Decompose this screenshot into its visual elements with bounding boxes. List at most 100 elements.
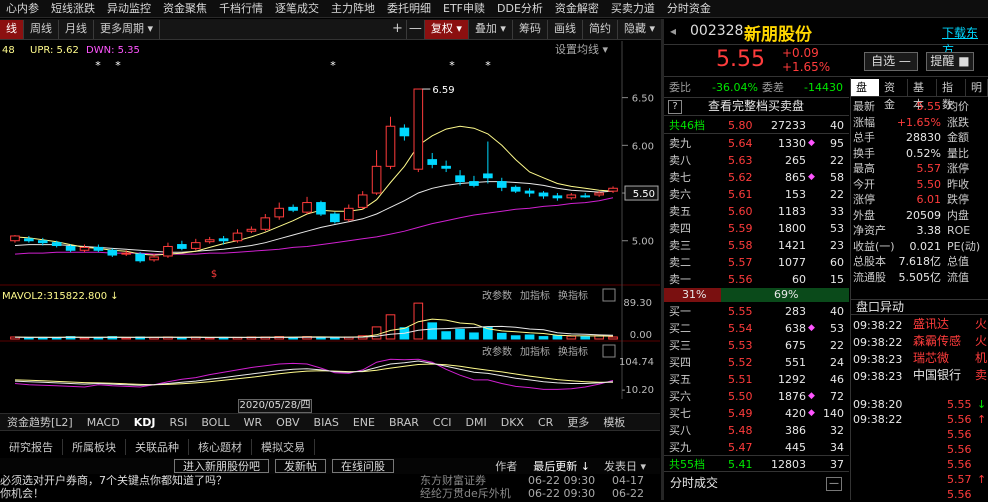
chart-tool-button[interactable]: 叠加 ▾ [469,19,513,39]
zoom-out-icon[interactable]: — [407,19,425,39]
post-date-header[interactable]: 发表日 ▾ [604,458,646,474]
volume-panel-button[interactable]: 换指标 [558,289,588,302]
chart-tool-button[interactable]: 筹码 [513,19,548,39]
top-nav-item[interactable]: 分时资金 [661,0,717,17]
indicator-tab[interactable]: BIAS [307,416,346,429]
side-tab[interactable]: 指数 [937,79,966,111]
kdj-panel-button[interactable]: 换指标 [558,345,588,358]
bid-row[interactable]: 买七 5.49 420 ◆ 140 [664,405,849,422]
news-action-button[interactable]: 在线问股 [332,459,394,473]
news-row[interactable]: 你机会！ 经纶万贯de斥外机 06-22 09:30 06-22 [0,487,660,500]
bid-row[interactable]: 买六 5.50 1876 ◆ 72 [664,388,849,405]
top-nav-item[interactable]: 主力阵地 [325,0,381,17]
ask-row[interactable]: 卖六 5.61 153 22 [664,186,849,203]
top-nav-item[interactable]: 千档行情 [213,0,269,17]
period-tab[interactable]: 月线 [59,19,94,39]
bid-row[interactable]: 买九 5.47 445 34 [664,439,849,456]
ask-row[interactable]: 卖一 5.56 60 15 [664,271,849,288]
kline-chart[interactable]: 6.506.005.505.005.5048UPR: 5.62DWN: 5.35… [0,41,660,399]
info-tab[interactable]: 模拟交易 [252,439,315,455]
ask-row[interactable]: 卖七 5.62 865 ◆ 58 [664,169,849,186]
bid-row[interactable]: 买四 5.52 551 24 [664,354,849,371]
remind-button[interactable]: 提醒 ■ [926,52,974,71]
ask-row[interactable]: 卖九 5.64 1330 ◆ 95 [664,135,849,152]
top-nav-item[interactable]: 买卖力道 [605,0,661,17]
indicator-tab[interactable]: BOLL [194,416,236,429]
question-icon[interactable]: ? [668,100,682,114]
author-header[interactable]: 作者 [495,458,517,474]
top-nav-item[interactable]: DDE分析 [491,0,549,17]
kdj-panel-button[interactable]: 加指标 [520,345,550,358]
side-tab[interactable]: 资金 [879,79,908,111]
ma-legend: 48 [2,45,15,56]
abnormal-row[interactable]: 09:38:23 瑞芯微 机 [851,351,988,368]
info-tab[interactable]: 核心题材 [189,439,252,455]
side-tab[interactable]: 明 [966,79,988,96]
abnormal-row[interactable]: 09:38:22 盛讯达 火 [851,317,988,334]
indicator-tab[interactable]: BRAR [382,416,426,429]
news-row[interactable]: 必须选对开户券商，7个关键点你都知道了吗？ 东方财富证券 06-22 09:30 04… [0,474,660,487]
ask-row[interactable]: 卖三 5.58 1421 23 [664,237,849,254]
view-full-book-link[interactable]: 查看完整档买卖盘 [708,99,804,114]
chart-tool-button[interactable]: 简约 [583,19,618,39]
menu-arrow-icon[interactable]: ◂ [670,24,676,38]
chart-tool-button[interactable]: 画线 [548,19,583,39]
indicator-tab[interactable]: KDJ [127,416,163,429]
period-tab[interactable]: 线 [0,19,24,39]
volume-panel-button[interactable]: 加指标 [520,289,550,302]
top-nav-item[interactable]: 资金聚焦 [157,0,213,17]
period-tab[interactable]: 周线 [24,19,59,39]
indicator-tab[interactable]: 模板 [596,414,632,430]
bid-row[interactable]: 买二 5.54 638 ◆ 53 [664,320,849,337]
top-nav-item[interactable]: 资金解密 [549,0,605,17]
abnormal-row[interactable]: 09:38:22 森霸传感火 [851,334,988,351]
side-tab[interactable]: 基本 [908,79,937,111]
top-nav-item[interactable]: 短线涨跌 [45,0,101,17]
indicator-tab[interactable]: WR [237,416,270,429]
ask-row[interactable]: 卖八 5.63 265 22 [664,152,849,169]
level-price: 5.54 [728,322,753,335]
ask-row[interactable]: 卖五 5.60 1183 33 [664,203,849,220]
news-action-button[interactable]: 发新帖 [275,459,326,473]
indicator-tab[interactable]: CCI [426,416,459,429]
info-tab[interactable]: 研究报告 [0,439,63,455]
bid-row[interactable]: 买三 5.53 675 22 [664,337,849,354]
ask-row[interactable]: 卖四 5.59 1800 53 [664,220,849,237]
side-tab[interactable]: 盘口 [851,79,879,111]
info-tab[interactable]: 所属板块 [63,439,126,455]
bid-row[interactable]: 买五 5.51 1292 46 [664,371,849,388]
indicator-tab[interactable]: OBV [269,416,306,429]
top-nav-item[interactable]: 心内参 [0,0,45,17]
chart-tool-button[interactable]: 隐藏 ▾ [618,19,662,39]
latest-update-header[interactable]: 最后更新 ↓ [533,458,590,474]
indicator-tab[interactable]: DMI [459,416,494,429]
bid-row[interactable]: 买八 5.48 386 32 [664,422,849,439]
add-watchlist-button[interactable]: 自选 — [864,52,918,71]
indicator-tab[interactable]: DKX [494,416,531,429]
info-tab[interactable]: 关联品种 [126,439,189,455]
top-nav-item[interactable]: 逐笔成交 [269,0,325,17]
news-action-button[interactable]: 进入新朋股份吧 [174,459,269,473]
bid-row[interactable]: 买一 5.55 283 40 [664,303,849,320]
top-nav-item[interactable]: 异动监控 [101,0,157,17]
ask-row[interactable]: 卖二 5.57 1077 60 [664,254,849,271]
indicator-tab[interactable]: 资金趋势[L2] [0,414,80,430]
indicator-tab[interactable]: RSI [162,416,194,429]
zoom-in-icon[interactable]: + [389,19,407,39]
kdj-panel-button[interactable]: 改参数 [482,345,512,358]
news-title[interactable]: 你机会！ [0,487,44,500]
abnormal-row[interactable]: 09:38:23 中国银行卖 [851,368,988,385]
top-nav-item[interactable]: 委托明细 [381,0,437,17]
chart-tool-button[interactable]: 复权 ▾ [424,19,469,39]
news-title[interactable]: 必须选对开户券商，7个关键点你都知道了吗？ [0,474,227,487]
abnormal-stock: 森霸传感 [913,334,962,348]
indicator-tab[interactable]: ENE [346,416,382,429]
level-volume: 1800 [778,222,806,235]
collapse-icon[interactable]: — [826,477,842,491]
indicator-tab[interactable]: 更多 [560,414,596,430]
indicator-tab[interactable]: MACD [80,416,127,429]
indicator-tab[interactable]: CR [531,416,560,429]
top-nav-item[interactable]: ETF申赎 [437,0,491,17]
volume-panel-button[interactable]: 改参数 [482,289,512,302]
period-tab[interactable]: 更多周期 ▾ [94,19,161,39]
